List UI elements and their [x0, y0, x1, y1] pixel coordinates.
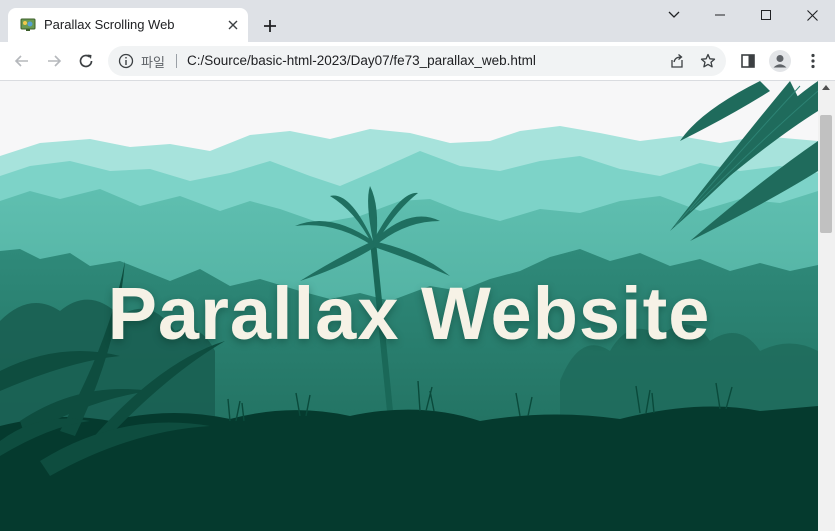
back-icon [14, 55, 28, 67]
minimize-button[interactable] [697, 0, 743, 30]
tab-title: Parallax Scrolling Web [44, 17, 175, 32]
close-window-button[interactable] [789, 0, 835, 30]
more-menu-button[interactable] [802, 50, 824, 72]
side-panel-icon [741, 54, 755, 68]
address-bar[interactable]: 파일 C:/Source/basic-html-2023/Day07/fe73_… [108, 46, 726, 76]
maximize-button[interactable] [743, 0, 789, 30]
scroll-up-icon[interactable] [822, 85, 830, 90]
browser-toolbar: 파일 C:/Source/basic-html-2023/Day07/fe73_… [0, 42, 835, 81]
plus-icon [264, 20, 276, 32]
browser-tab[interactable]: Parallax Scrolling Web [8, 8, 248, 42]
profile-button[interactable] [769, 50, 791, 72]
ground [0, 406, 818, 531]
tab-close-icon[interactable] [225, 17, 241, 33]
page-favicon-icon [20, 18, 36, 31]
omnibox-divider [176, 54, 177, 68]
new-tab-button[interactable] [258, 14, 282, 38]
scheme-label: 파일 [141, 56, 165, 71]
tab-search-button[interactable] [651, 0, 697, 30]
reload-icon [79, 54, 93, 68]
star-icon[interactable] [700, 53, 716, 69]
page-viewport: Parallax Website [0, 81, 818, 531]
close-icon [806, 9, 818, 21]
minimize-icon [715, 14, 725, 16]
reload-button[interactable] [74, 49, 98, 73]
hero-title: Parallax Website [107, 272, 711, 355]
side-panel-button[interactable] [737, 50, 759, 72]
back-button[interactable] [10, 49, 34, 73]
forward-icon [48, 55, 62, 67]
profile-icon [769, 50, 791, 72]
chevron-down-icon [668, 11, 680, 18]
forward-button[interactable] [42, 49, 66, 73]
vertical-scrollbar[interactable] [818, 81, 835, 531]
tab-strip: Parallax Scrolling Web [0, 0, 835, 42]
share-icon[interactable] [669, 53, 685, 69]
url-text[interactable]: C:/Source/basic-html-2023/Day07/fe73_par… [187, 53, 536, 68]
info-icon[interactable] [118, 53, 134, 69]
maximize-icon [761, 10, 771, 20]
scroll-thumb[interactable] [820, 115, 832, 233]
more-icon [811, 53, 815, 69]
